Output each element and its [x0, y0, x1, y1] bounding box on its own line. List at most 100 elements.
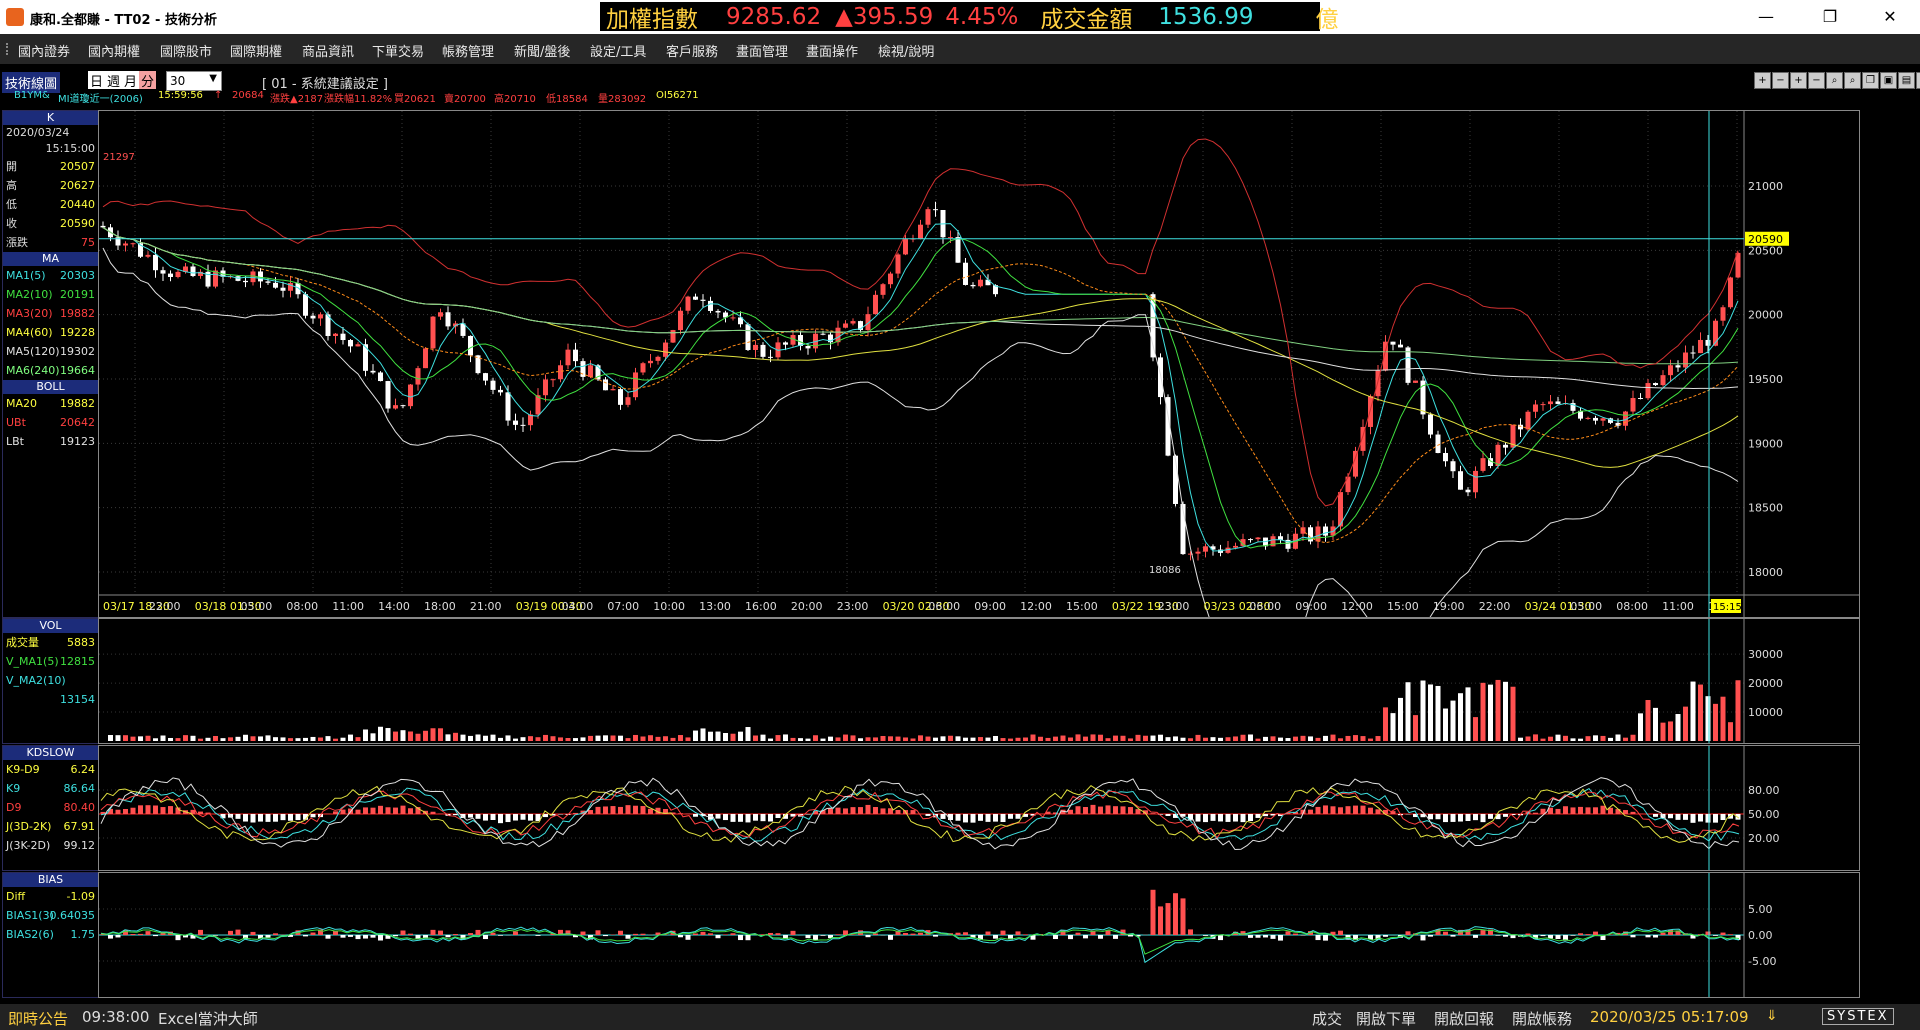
menu-item-domestic-securities[interactable]: 國內證券: [18, 41, 70, 60]
ma4-line: [102, 226, 1739, 468]
period-minute[interactable]: 分: [139, 71, 157, 90]
zoom-out-icon[interactable]: −: [1772, 72, 1789, 89]
volume-bar: [1330, 734, 1336, 741]
search-icon[interactable]: ⌕: [1826, 72, 1843, 89]
volume-bar: [273, 737, 278, 741]
volume-bar: [370, 733, 376, 741]
bias-chart[interactable]: 5.00 0.00 -5.00: [98, 872, 1860, 998]
high: 高20710: [494, 94, 536, 105]
volume-bar: [265, 735, 271, 741]
kd-chart[interactable]: 80.00 50.00 20.00: [98, 745, 1860, 871]
menu-item-screen-ops[interactable]: 畫面操作: [806, 41, 858, 60]
bias-diff-bar: [850, 934, 856, 935]
volume-bar: [678, 735, 683, 741]
kd-diff-bar: [1368, 807, 1373, 814]
candle-down: [1638, 397, 1643, 399]
price-tick-label: 18500: [1748, 502, 1783, 515]
candle-down: [385, 381, 391, 409]
save-icon[interactable]: ▣: [1880, 72, 1897, 89]
kd-value: 6.24: [70, 763, 96, 776]
cursor-time-label: 15:15: [1713, 602, 1742, 613]
period-week[interactable]: 週: [105, 71, 122, 90]
volume-bar: [730, 733, 736, 741]
open-account-button[interactable]: 開啟帳務: [1512, 1008, 1572, 1029]
volume-bar: [693, 730, 698, 741]
kd-diff-bar: [1555, 808, 1561, 814]
ma-row: MA1(5) 20303: [3, 266, 98, 285]
close-button[interactable]: ✕: [1868, 4, 1912, 30]
kd-diff-bar: [1255, 814, 1261, 818]
candle-up: [333, 333, 338, 336]
volume-bar: [1263, 736, 1268, 741]
magnify-icon[interactable]: ⌕: [1844, 72, 1861, 89]
menu-item-news[interactable]: 新聞/盤後: [514, 41, 570, 60]
candle-up: [438, 312, 443, 317]
volume-bar: [1683, 706, 1688, 741]
candle-down: [348, 340, 353, 347]
kd-diff-bar: [1248, 814, 1253, 822]
trades-button[interactable]: 成交: [1312, 1008, 1342, 1029]
kd-diff-bar: [250, 814, 256, 823]
ask: 賣20700: [444, 94, 486, 105]
menu-item-intl-stocks[interactable]: 國際股市: [160, 41, 212, 60]
menu-item-product-info[interactable]: 商品資訊: [302, 41, 354, 60]
vol-label: V_MA2(10): [6, 674, 66, 687]
kd-diff-bar: [768, 814, 773, 822]
bias-diff-bar: [1383, 935, 1388, 937]
price-chart[interactable]: 21000 20500 20000 19500 19000 18500 18000 20590…: [98, 110, 1860, 701]
status-datetime: 2020/03/25 05:17:09: [1590, 1008, 1749, 1026]
kd-diff-bar: [1375, 809, 1381, 814]
menu-item-domestic-futures[interactable]: 國內期權: [88, 41, 140, 60]
bias-diff-bar: [1270, 935, 1276, 939]
quote-info-bar: B1YM& MI道瓊近一(2006) 15:59:56 ↑ 20684 漲跌▲2…: [0, 90, 1920, 106]
copy-icon[interactable]: ❐: [1862, 72, 1879, 89]
menu-item-settings[interactable]: 設定/工具: [590, 41, 646, 60]
volume-chart[interactable]: 30000 20000 10000: [98, 618, 1860, 744]
maximize-button[interactable]: ❐: [1808, 4, 1852, 30]
menu-item-screen-mgmt[interactable]: 畫面管理: [736, 41, 788, 60]
menu-item-service[interactable]: 客戶服務: [666, 41, 718, 60]
menu-item-intl-futures[interactable]: 國際期權: [230, 41, 282, 60]
bias-diff-bar: [625, 935, 631, 939]
close-chart-icon[interactable]: ✕: [1916, 72, 1920, 89]
crosshair-icon[interactable]: +: [1754, 72, 1771, 89]
kd-diff-bar: [168, 806, 173, 814]
bias-diff-bar: [678, 935, 683, 938]
candle-up: [145, 254, 151, 257]
open-order-button[interactable]: 開啟下單: [1356, 1008, 1416, 1029]
volume-bar: [1638, 713, 1643, 741]
period-day[interactable]: 日: [88, 71, 105, 90]
bias-diff-bar: [265, 935, 271, 938]
period-month[interactable]: 月: [122, 71, 139, 90]
ma-row: MA4(60) 19228: [3, 323, 98, 342]
bias-diff-bar: [723, 934, 728, 935]
open-report-button[interactable]: 開啟回報: [1434, 1008, 1494, 1029]
candle-down: [1690, 352, 1696, 354]
kd-diff-bar: [258, 814, 263, 822]
bias-diff-bar: [903, 933, 908, 935]
minus-icon[interactable]: −: [1808, 72, 1825, 89]
k-change-row: 漲跌 75: [6, 236, 95, 249]
menu-item-account[interactable]: 帳務管理: [442, 41, 494, 60]
zoom-in-icon[interactable]: +: [1790, 72, 1807, 89]
volume-bar: [1225, 737, 1231, 741]
print-icon[interactable]: ▤: [1898, 72, 1915, 89]
kd-diff-bar: [910, 810, 916, 814]
candle-down: [310, 315, 316, 319]
kd-diff-bar: [483, 814, 488, 821]
low-marker: 18086: [1149, 565, 1181, 576]
news-text[interactable]: Excel當沖大師: [158, 1008, 258, 1029]
index-change: ▲395.59: [835, 3, 934, 30]
bias-label: BIAS2(6): [6, 928, 54, 941]
chart-tool-buttons: + − + − ⌕ ⌕ ❐ ▣ ▤ ✕: [1754, 72, 1920, 89]
menu-item-order[interactable]: 下單交易: [372, 41, 424, 60]
news-label[interactable]: 即時公告: [8, 1008, 68, 1029]
symbol-code: B1YM&: [14, 90, 50, 101]
volume-bar: [655, 736, 661, 741]
menu-item-view-help[interactable]: 檢視/說明: [878, 41, 934, 60]
minimize-button[interactable]: —: [1744, 4, 1788, 30]
volume-bar: [303, 737, 308, 741]
interval-select[interactable]: 30 ▼: [166, 71, 222, 91]
kd-diff-bar: [1308, 809, 1313, 814]
kd-diff-bar: [745, 814, 751, 823]
